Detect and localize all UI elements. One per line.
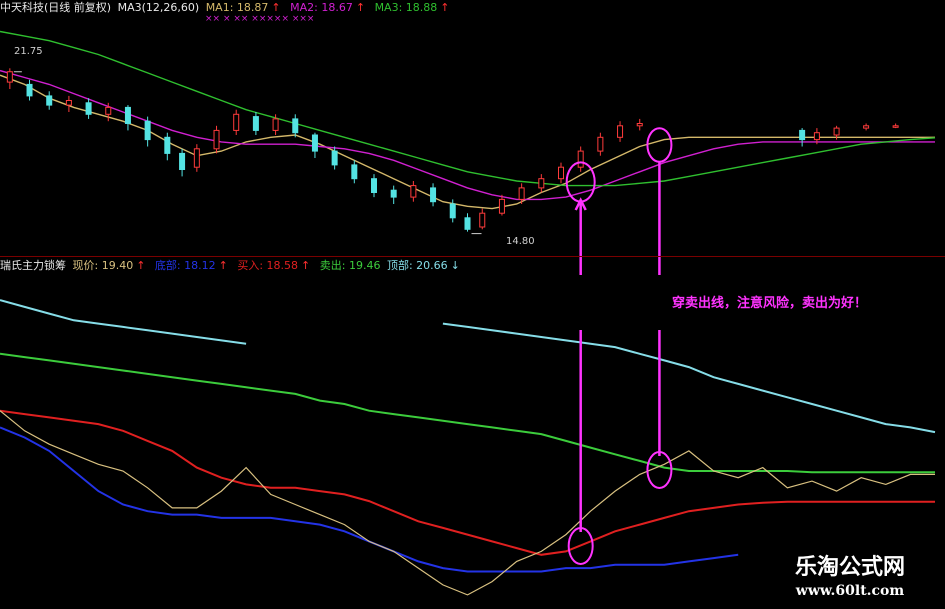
current-price-arrow-icon: ↑ xyxy=(136,259,146,272)
price-low-label: 14.80 xyxy=(506,236,535,247)
sell-label: 卖出: 19.46 xyxy=(319,259,381,272)
top-arrow-icon: ↓ xyxy=(450,259,460,272)
ma3-label: MA3: 18.88 xyxy=(374,1,438,14)
signal-markers: ×× × ×× ××××× ××× xyxy=(205,14,315,24)
buy-arrow-icon: ↑ xyxy=(301,259,311,272)
watermark: 乐淘公式网 www.60lt.com xyxy=(760,552,940,600)
current-price-label: 现价: 19.40 xyxy=(72,259,134,272)
ma2-arrow-icon: ↑ xyxy=(355,1,366,14)
ma3-arrow-icon: ↑ xyxy=(440,1,450,14)
top-label: 顶部: 20.66 xyxy=(386,259,448,272)
watermark-url: www.60lt.com xyxy=(795,583,905,599)
bottom-label: 底部: 18.12 xyxy=(154,259,216,272)
panel-divider xyxy=(0,256,945,257)
series-line-sell xyxy=(0,352,935,474)
indicator-panel-header: 瑞氏主力锁筹 现价: 19.40 ↑ 底部: 18.12 ↑ 买入: 18.58 ↑ … xyxy=(0,258,463,274)
price-high-label: 21.75 xyxy=(14,46,43,57)
series-line-bottom xyxy=(0,426,739,573)
watermark-title: 乐淘公式网 xyxy=(794,554,905,580)
stock-chart-window: 中天科技(日线 前复权) MA3(12,26,60) MA1: 18.87 ↑ M… xyxy=(0,0,945,609)
buy-label: 买入: 18.58 xyxy=(237,259,299,272)
bottom-arrow-icon: ↑ xyxy=(218,259,228,272)
stock-name-label: 中天科技(日线 前复权) xyxy=(0,1,112,14)
series-line-top xyxy=(0,299,936,434)
sell-warning-annotation: 穿卖出线，注意风险，卖出为好！ xyxy=(672,296,868,311)
ma-params-label: MA3(12,26,60) xyxy=(117,1,200,14)
indicator-name-label: 瑞氏主力锁筹 xyxy=(0,259,66,272)
